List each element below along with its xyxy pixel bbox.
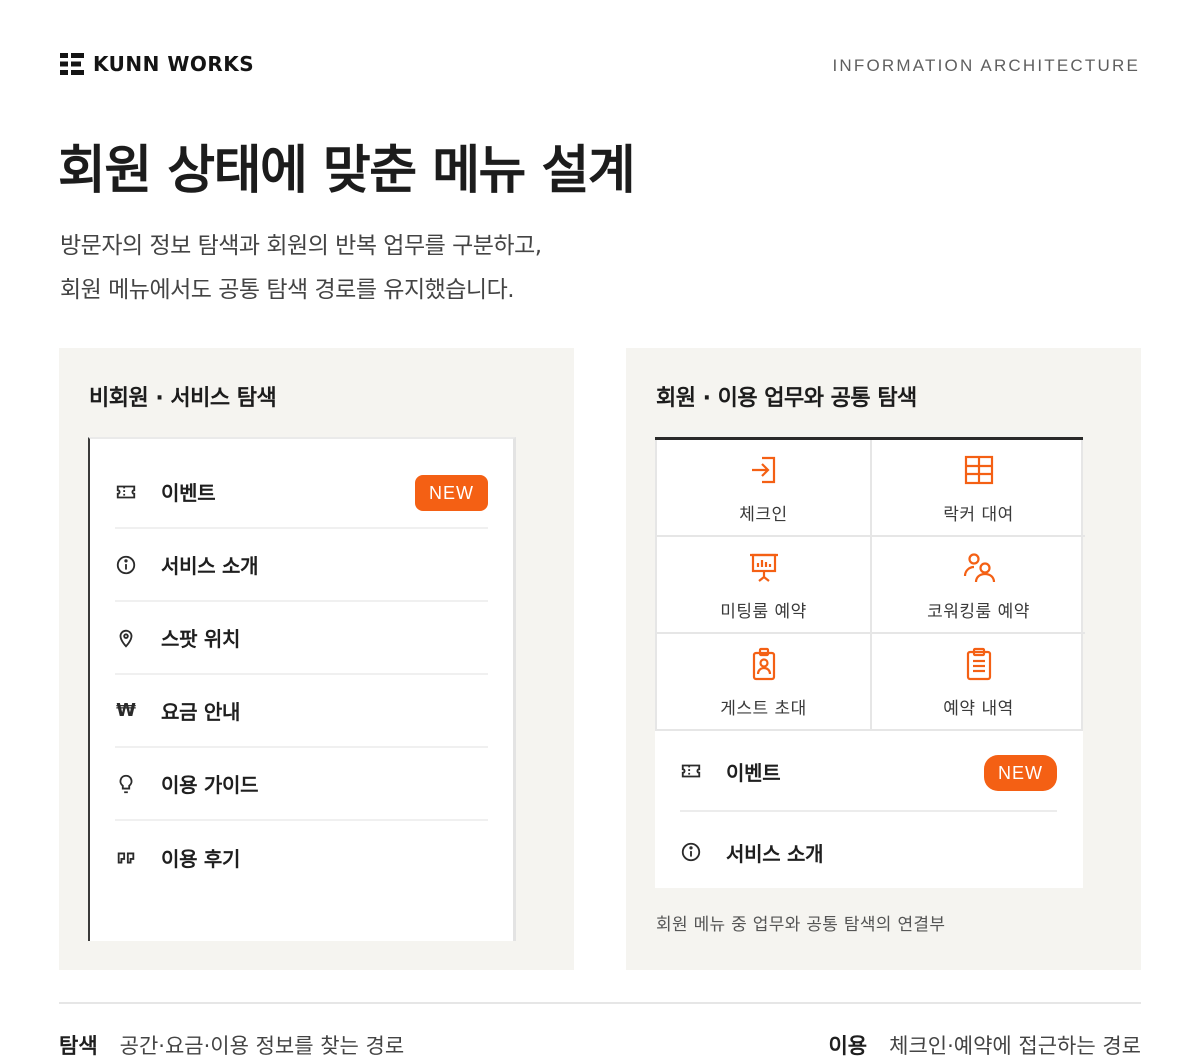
menu-item-service-intro[interactable]: 서비스 소개 (115, 529, 488, 602)
clipboard-icon (966, 647, 991, 681)
location-pin-icon (115, 627, 137, 649)
member-panel-title: 회원 · 이용 업무와 공통 탐색 (656, 386, 917, 411)
brand: KUNN WORKS (60, 52, 254, 76)
quote-icon (115, 847, 137, 869)
page-description: 방문자의 정보 탐색과 회원의 반복 업무를 구분하고, 회원 메뉴에서도 공통… (60, 224, 542, 312)
page-title: 회원 상태에 맞춘 메뉴 설계 (58, 141, 636, 201)
tile-guest-invite[interactable]: 게스트 초대 (657, 634, 872, 731)
lightbulb-icon (115, 773, 137, 795)
footer-divider (59, 1002, 1141, 1004)
menu-item-event[interactable]: 이벤트 NEW (115, 456, 488, 529)
guest-menu-panel: 비회원 · 서비스 탐색 이벤트 NEW 서비스 소개 스팟 위치 ₩ 요금 안… (59, 348, 574, 970)
menu-item-spot-location[interactable]: 스팟 위치 (115, 602, 488, 675)
locker-icon (964, 455, 993, 485)
footer-explore-key: 탐색 (59, 1034, 98, 1058)
menu-item-label: 서비스 소개 (161, 554, 259, 578)
tile-label: 게스트 초대 (720, 699, 807, 719)
info-icon (115, 554, 137, 576)
menu-item-label: 이용 가이드 (161, 773, 259, 797)
menu-item-event[interactable]: 이벤트 NEW (680, 732, 1057, 812)
quick-action-grid: 체크인 락커 대여 미팅룸 예약 코워킹룸 예약 게스트 초대 예약 내역 (655, 440, 1085, 731)
guest-phone-mockup: 이벤트 NEW 서비스 소개 스팟 위치 ₩ 요금 안내 이용 가이드 이용 후… (88, 437, 516, 941)
tile-meeting-room[interactable]: 미팅룸 예약 (657, 537, 872, 634)
new-badge: NEW (984, 755, 1057, 791)
ticket-icon (115, 481, 137, 503)
tile-reservation-history[interactable]: 예약 내역 (872, 634, 1085, 731)
brand-name: KUNN WORKS (93, 52, 255, 76)
menu-item-service-intro[interactable]: 서비스 소개 (680, 812, 1057, 892)
guest-menu-list: 이벤트 NEW 서비스 소개 스팟 위치 ₩ 요금 안내 이용 가이드 이용 후… (115, 456, 488, 894)
menu-item-pricing[interactable]: ₩ 요금 안내 (115, 675, 488, 748)
member-menu-list: 이벤트 NEW 서비스 소개 (680, 732, 1057, 892)
menu-item-label: 이용 후기 (161, 847, 241, 871)
presentation-icon (749, 553, 778, 582)
menu-item-label: 이벤트 (726, 760, 781, 785)
footer-use: 이용 체크인·예약에 접근하는 경로 (828, 1030, 1141, 1060)
menu-item-reviews[interactable]: 이용 후기 (115, 821, 488, 894)
footer-explore: 탐색 공간·요금·이용 정보를 찾는 경로 (59, 1030, 404, 1060)
new-badge: NEW (415, 475, 488, 511)
tile-locker-rental[interactable]: 락커 대여 (872, 440, 1085, 537)
tile-label: 체크인 (739, 505, 788, 525)
menu-item-usage-guide[interactable]: 이용 가이드 (115, 748, 488, 821)
tile-label: 미팅룸 예약 (720, 602, 807, 622)
member-panel-caption: 회원 메뉴 중 업무와 공통 탐색의 연결부 (656, 915, 946, 935)
page: KUNN WORKS INFORMATION ARCHITECTURE 회원 상… (0, 0, 1200, 1060)
tile-coworking-room[interactable]: 코워킹룸 예약 (872, 537, 1085, 634)
tile-label: 락커 대여 (943, 505, 1014, 525)
guest-panel-title: 비회원 · 서비스 탐색 (89, 386, 277, 411)
people-icon (963, 553, 995, 583)
menu-item-label: 요금 안내 (161, 700, 241, 724)
member-menu-panel: 회원 · 이용 업무와 공통 탐색 체크인 락커 대여 미팅룸 예약 코워킹룸 … (626, 348, 1141, 970)
ticket-icon (680, 760, 702, 782)
footer-use-key: 이용 (828, 1034, 868, 1058)
won-icon: ₩ (116, 700, 136, 721)
description-line-2: 회원 메뉴에서도 공통 탐색 경로를 유지했습니다. (60, 277, 515, 303)
footer-use-text: 체크인·예약에 접근하는 경로 (889, 1034, 1141, 1058)
brand-logo-icon (60, 53, 84, 75)
footer-explore-text: 공간·요금·이용 정보를 찾는 경로 (119, 1034, 405, 1058)
tile-label: 코워킹룸 예약 (927, 602, 1030, 622)
tile-label: 예약 내역 (943, 699, 1014, 719)
description-line-1: 방문자의 정보 탐색과 회원의 반복 업무를 구분하고, (60, 233, 542, 259)
section-label: INFORMATION ARCHITECTURE (832, 56, 1140, 75)
tile-check-in[interactable]: 체크인 (657, 440, 872, 537)
menu-item-label: 이벤트 (161, 481, 216, 505)
menu-item-label: 서비스 소개 (726, 841, 824, 866)
badge-icon (752, 647, 775, 681)
menu-item-label: 스팟 위치 (161, 627, 241, 651)
info-icon (680, 841, 702, 863)
check-in-icon (751, 456, 775, 484)
member-phone-mockup: 체크인 락커 대여 미팅룸 예약 코워킹룸 예약 게스트 초대 예약 내역 이벤… (655, 437, 1085, 888)
